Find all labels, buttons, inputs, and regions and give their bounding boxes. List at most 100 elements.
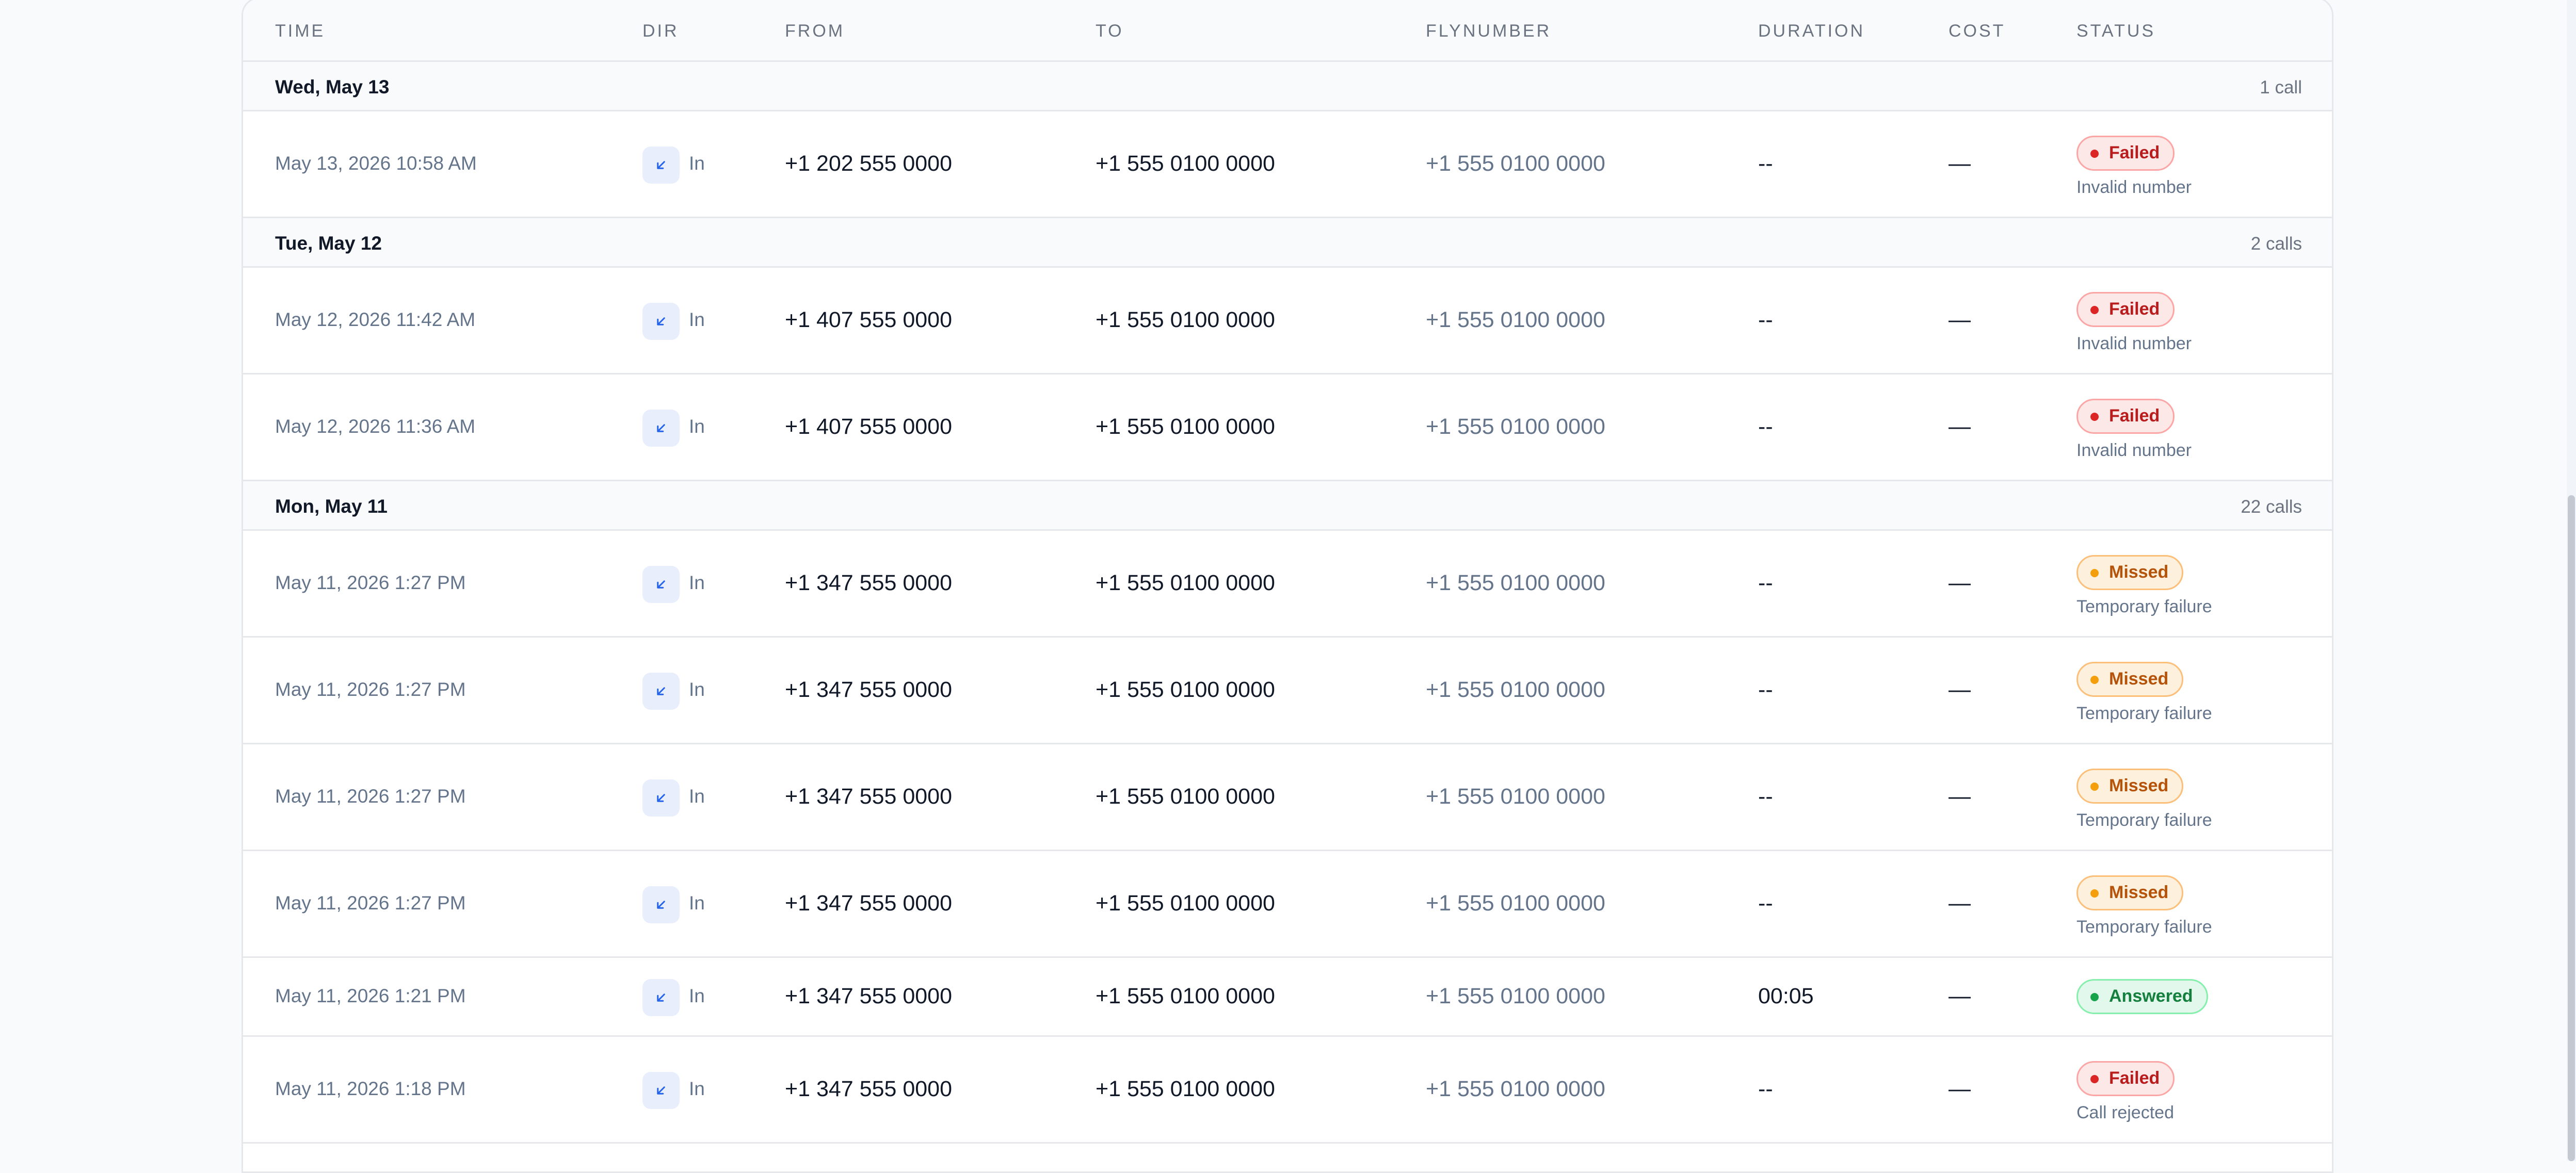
column-header-to[interactable]: TO: [1096, 21, 1124, 41]
arrow-down-left-icon: [642, 779, 680, 817]
call-log-table: TIME DIR FROM TO FLYNUMBER DURATION COST…: [242, 0, 2333, 1173]
column-header-cost[interactable]: COST: [1949, 21, 2005, 41]
call-duration: --: [1758, 784, 1773, 809]
status-badge: Answered: [2076, 979, 2208, 1014]
status-badge: Missed: [2076, 661, 2184, 697]
status-badge: Missed: [2076, 555, 2184, 590]
status-reason: Invalid number: [2076, 177, 2192, 197]
destination-number: +1 555 0100 0000: [1096, 890, 1275, 916]
flynumber: +1 555 0100 0000: [1426, 307, 1605, 332]
column-header-status[interactable]: STATUS: [2076, 21, 2155, 41]
destination-number: +1 555 0100 0000: [1096, 307, 1275, 332]
call-time: May 12, 2026 11:36 AM: [275, 415, 476, 437]
table-row[interactable]: May 12, 2026 11:36 AM In +1 407 555 0000 +1…: [243, 374, 2332, 481]
column-header-from[interactable]: FROM: [785, 21, 845, 41]
arrow-down-left-icon: [642, 1071, 680, 1109]
status-label: Failed: [2109, 406, 2160, 426]
call-direction: In: [689, 152, 705, 174]
status-label: Missed: [2109, 883, 2169, 902]
status-dot-icon: [2090, 1074, 2099, 1083]
status-badge: Failed: [2076, 398, 2175, 434]
date-group-header: Mon, May 11 22 calls: [243, 480, 2332, 531]
arrow-down-left-icon: [642, 146, 680, 184]
flynumber: +1 555 0100 0000: [1426, 570, 1605, 595]
table-row[interactable]: May 11, 2026 1:27 PM In +1 347 555 0000 +1 …: [243, 531, 2332, 638]
flynumber: +1 555 0100 0000: [1426, 1076, 1605, 1101]
flynumber: +1 555 0100 0000: [1426, 983, 1605, 1008]
status-dot-icon: [2090, 782, 2099, 791]
call-time: May 11, 2026 1:27 PM: [275, 785, 466, 807]
page-scrollbar[interactable]: [2567, 0, 2576, 1161]
status-dot-icon: [2090, 889, 2099, 898]
arrow-down-left-icon: [642, 979, 680, 1016]
table-row[interactable]: May 11, 2026 1:27 PM In +1 347 555 0000 +1 …: [243, 851, 2332, 958]
column-header-dir[interactable]: DIR: [642, 21, 679, 41]
arrow-down-left-icon: [642, 409, 680, 447]
status-label: Missed: [2109, 669, 2169, 689]
status-dot-icon: [2090, 412, 2099, 421]
call-duration: --: [1758, 414, 1773, 439]
caller-number: +1 347 555 0000: [785, 784, 953, 809]
group-call-count: 2 calls: [2250, 234, 2302, 254]
call-direction: In: [689, 678, 705, 700]
table-row[interactable]: May 11, 2026 1:27 PM In +1 347 555 0000 +1 …: [243, 744, 2332, 851]
caller-number: +1 202 555 0000: [785, 151, 953, 176]
flynumber: +1 555 0100 0000: [1426, 677, 1605, 702]
date-group-header: Tue, May 12 2 calls: [243, 217, 2332, 268]
destination-number: +1 555 0100 0000: [1096, 677, 1275, 702]
arrow-down-left-icon: [642, 565, 680, 603]
destination-number: +1 555 0100 0000: [1096, 570, 1275, 595]
table-row[interactable]: May 12, 2026 11:42 AM In +1 407 555 0000 +1…: [243, 268, 2332, 374]
column-header-duration[interactable]: DURATION: [1758, 21, 1865, 41]
status-dot-icon: [2090, 675, 2099, 684]
call-duration: --: [1758, 1076, 1773, 1101]
column-header-time[interactable]: TIME: [275, 21, 325, 41]
arrow-down-left-icon: [642, 672, 680, 710]
destination-number: +1 555 0100 0000: [1096, 1076, 1275, 1101]
call-direction: In: [689, 985, 705, 1006]
call-duration: 00:05: [1758, 983, 1814, 1008]
table-row[interactable]: May 13, 2026 10:58 AM In +1 202 555 0000 +1…: [243, 111, 2332, 218]
call-cost: —: [1949, 677, 1971, 702]
status-reason: Temporary failure: [2076, 596, 2212, 616]
flynumber: +1 555 0100 0000: [1426, 784, 1605, 809]
caller-number: +1 347 555 0000: [785, 1076, 953, 1101]
table-header: TIME DIR FROM TO FLYNUMBER DURATION COST…: [243, 0, 2332, 65]
status-dot-icon: [2090, 992, 2099, 1001]
table-row[interactable]: May 11, 2026 1:27 PM In +1 347 555 0000 +1 …: [243, 638, 2332, 744]
caller-number: +1 347 555 0000: [785, 570, 953, 595]
status-badge: Missed: [2076, 875, 2184, 910]
call-time: May 11, 2026 1:21 PM: [275, 985, 466, 1006]
status-badge: Missed: [2076, 768, 2184, 804]
caller-number: +1 407 555 0000: [785, 414, 953, 439]
call-duration: --: [1758, 570, 1773, 595]
call-duration: --: [1758, 307, 1773, 332]
status-reason: Invalid number: [2076, 333, 2192, 353]
call-cost: —: [1949, 307, 1971, 332]
group-date-label: Tue, May 12: [275, 233, 382, 254]
date-group-header: Wed, May 13 1 call: [243, 60, 2332, 111]
call-time: May 11, 2026 1:18 PM: [275, 1078, 466, 1099]
call-time: May 11, 2026 1:27 PM: [275, 892, 466, 914]
table-row[interactable]: May 11, 2026 1:18 PM In +1 347 555 0000 +1 …: [243, 1037, 2332, 1144]
call-time: May 11, 2026 1:27 PM: [275, 678, 466, 700]
call-direction: In: [689, 785, 705, 807]
flynumber: +1 555 0100 0000: [1426, 890, 1605, 916]
table-row[interactable]: May 11, 2026 1:21 PM In +1 347 555 0000 +1 …: [243, 958, 2332, 1037]
call-cost: —: [1949, 890, 1971, 916]
group-date-label: Mon, May 11: [275, 496, 388, 517]
arrow-down-left-icon: [642, 302, 680, 340]
scrollbar-thumb[interactable]: [2568, 495, 2575, 1161]
flynumber: +1 555 0100 0000: [1426, 414, 1605, 439]
status-badge: Failed: [2076, 291, 2175, 327]
column-header-flynumber[interactable]: FLYNUMBER: [1426, 21, 1551, 41]
call-time: May 12, 2026 11:42 AM: [275, 308, 476, 330]
destination-number: +1 555 0100 0000: [1096, 151, 1275, 176]
status-badge: Failed: [2076, 1061, 2175, 1096]
status-reason: Temporary failure: [2076, 810, 2212, 830]
caller-number: +1 347 555 0000: [785, 677, 953, 702]
call-cost: —: [1949, 151, 1971, 176]
call-duration: --: [1758, 677, 1773, 702]
status-reason: Temporary failure: [2076, 703, 2212, 723]
caller-number: +1 407 555 0000: [785, 307, 953, 332]
